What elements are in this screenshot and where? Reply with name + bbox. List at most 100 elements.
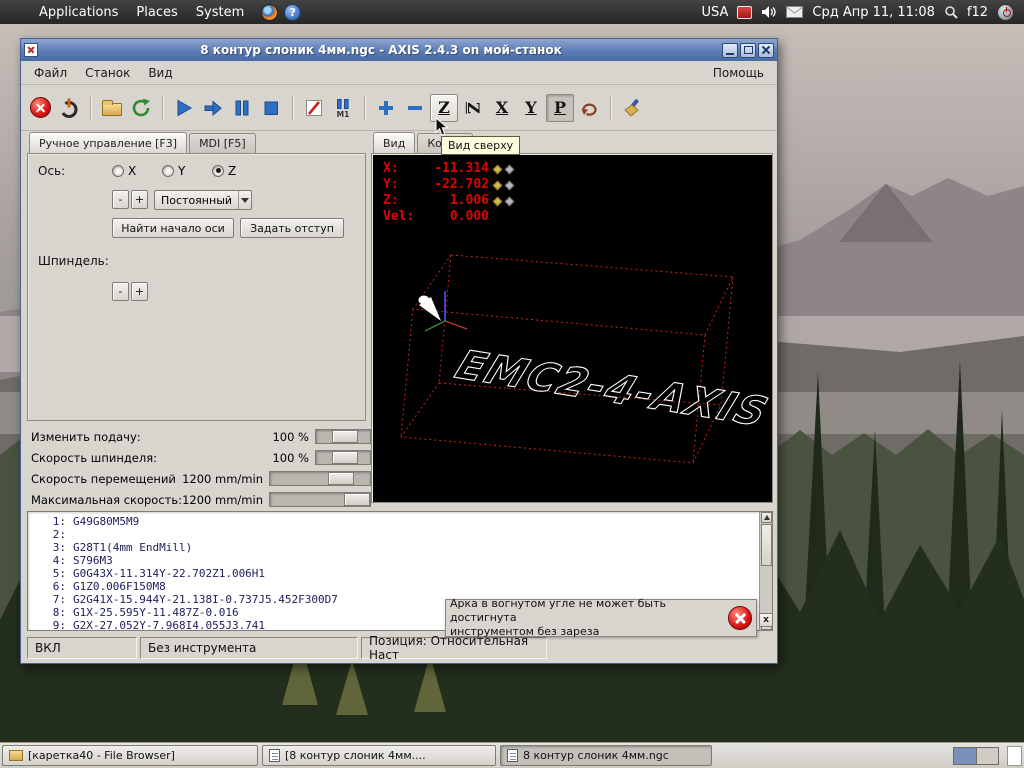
titlebar[interactable]: 8 контур слоник 4мм.ngc - AXIS 2.4.3 on … [21,39,777,61]
slider-thumb[interactable] [332,430,358,443]
toolbar: M1 Z Z X Y P [21,85,777,131]
firefox-launcher-icon[interactable] [261,3,279,21]
applications-menu[interactable]: Applications [30,0,127,24]
shutdown-icon[interactable] [997,3,1014,21]
jog-minus-button[interactable]: - [112,190,129,209]
volume-icon[interactable] [761,5,777,19]
axis-radio-y[interactable]: Y [162,163,189,178]
axis-radio-x[interactable]: X [112,163,140,178]
minimize-button[interactable] [722,42,738,58]
pause-button[interactable] [228,94,256,122]
touch-off-button[interactable]: Задать отступ [240,218,344,238]
gcode-line[interactable]: 4: S796M3 [32,554,756,567]
tab-mdi[interactable]: MDI [F5] [189,133,256,153]
workspace-switcher[interactable] [953,746,999,765]
jog-speed-label: Скорость перемещений [31,472,176,486]
gcode-line[interactable]: 3: G28T1(4mm EndMill) [32,541,756,554]
taskbar-item-axis-active[interactable]: 8 контур слоник 4мм.ngc [500,745,712,766]
keyboard-layout-label[interactable]: USA [701,5,728,20]
panel-menus: Applications Places System ? [0,0,302,24]
rotated-top-view-button[interactable]: Z [459,94,487,122]
run-button[interactable] [170,94,198,122]
workspace-1[interactable] [954,747,976,764]
task-label: [8 контур слоник 4мм.... [285,749,426,762]
help-launcher-icon[interactable]: ? [284,3,302,21]
document-icon [269,749,280,762]
slider-thumb[interactable] [328,472,354,485]
svg-text:M1: M1 [337,110,350,118]
mail-icon[interactable] [786,6,804,18]
feed-override-slider[interactable] [315,429,371,444]
gcode-line[interactable]: 6: G1Z0.006F150M8 [32,580,756,593]
taskbar-item-axis-minimized[interactable]: [8 контур слоник 4мм.... [262,745,496,766]
toolbar-separator [364,95,366,120]
tab-manual-control[interactable]: Ручное управление [F3] [29,132,188,153]
perspective-view-button[interactable]: P [546,93,574,122]
scroll-up-icon[interactable] [761,512,772,523]
clock[interactable]: Срд Апр 11, 11:08 [812,5,935,20]
dro-z-value: 1.006 [449,193,489,208]
spindle-override-slider[interactable] [315,450,371,465]
slider-thumb[interactable] [344,493,370,506]
notification-text: Арка в вогнутом угле не может быть дости… [450,597,667,638]
rotate-view-icon [581,103,597,116]
preview-canvas[interactable]: EMC2-4-AXIS X: -11.314 Y: -22.702 Z: 1.006 … [373,155,771,501]
spindle-minus-button[interactable]: - [112,282,129,301]
feed-override-value: 100 % [272,430,309,444]
toolbar-separator [162,95,164,120]
maximize-button[interactable] [740,42,756,58]
zoom-in-button[interactable] [372,94,400,122]
dro-x-label: X: [383,161,399,176]
menu-view[interactable]: Вид [139,64,181,82]
jog-plus-button[interactable]: + [131,190,148,209]
max-velocity-slider[interactable] [269,492,371,507]
menu-help[interactable]: Помощь [704,64,773,82]
toolbar-separator [610,95,612,120]
rotate-view-button[interactable] [575,94,603,122]
jog-speed-slider[interactable] [269,471,371,486]
tab-preview[interactable]: Вид [373,132,416,153]
menu-machine[interactable]: Станок [76,64,139,82]
panel-indicators: USA Срд Апр 11, 11:08 f12 [701,3,1024,21]
machine-power-button[interactable] [55,94,83,122]
gcode-line[interactable]: 2: [32,528,756,541]
jog-increment-select[interactable]: Постоянный [154,190,252,210]
workspace-2[interactable] [976,747,998,764]
run-icon [177,99,193,116]
home-axis-button[interactable]: Найти начало оси [112,218,234,238]
dro-y-value: -22.702 [434,177,489,192]
front-view-button[interactable]: Y [517,94,545,122]
clear-plot-button[interactable] [618,94,646,122]
left-tabs: Ручное управление [F3] MDI [F5] [29,132,258,153]
taskbar-item-file-browser[interactable]: [каретка40 - File Browser] [2,745,258,766]
search-icon[interactable] [944,5,958,19]
keyboard-layout-icon[interactable] [737,5,753,19]
notification-close-icon[interactable] [728,606,752,630]
spindle-plus-button[interactable]: + [131,282,148,301]
skip-lines-button[interactable] [300,94,328,122]
stop-button[interactable] [257,94,285,122]
gcode-line[interactable]: 5: G0G43X-11.314Y-22.702Z1.006H1 [32,567,756,580]
places-menu[interactable]: Places [127,0,186,24]
close-button[interactable] [758,42,774,58]
gcode-line[interactable]: 1: G49G80M5M9 [32,515,756,528]
open-file-button[interactable] [98,94,126,122]
reload-button[interactable] [127,94,155,122]
menu-file[interactable]: Файл [25,64,76,82]
optional-stop-button[interactable]: M1 [329,94,357,122]
toolpath-text: EMC2-4-AXIS [449,341,771,435]
axis-radio-z[interactable]: Z [212,163,240,178]
system-menu[interactable]: System [187,0,253,24]
step-button[interactable] [199,94,227,122]
slider-thumb[interactable] [332,451,358,464]
dismiss-all-notifications-button[interactable]: x [759,613,773,627]
reload-icon [132,98,150,116]
side-view-button[interactable]: X [488,94,516,122]
scrollbar-thumb[interactable] [761,524,772,566]
estop-button[interactable] [26,94,54,122]
manual-control-panel: Ось: X Y Z - + Постоянный Найти начало о… [27,153,366,421]
zoom-out-button[interactable] [401,94,429,122]
stop-icon [264,101,278,115]
task-label: [каретка40 - File Browser] [28,749,175,762]
show-desktop-corner[interactable] [1007,745,1022,766]
